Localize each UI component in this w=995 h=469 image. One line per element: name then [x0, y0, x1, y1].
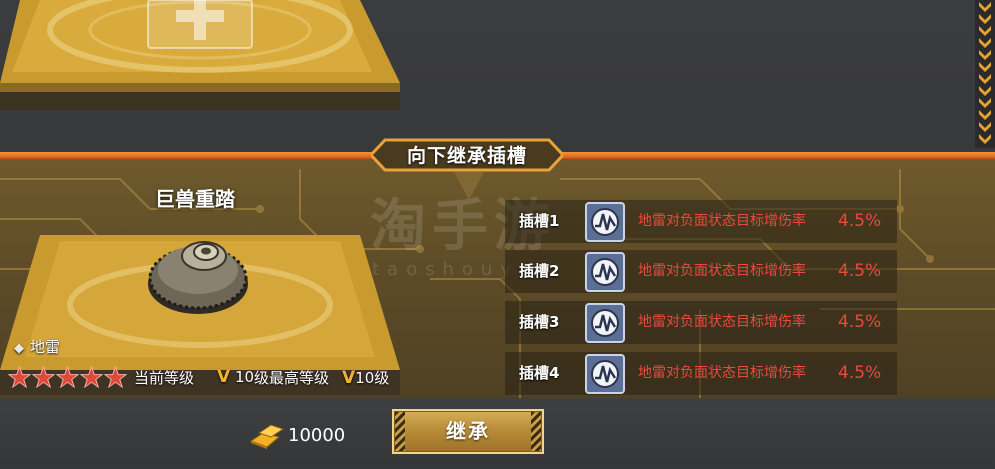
- chevron-scroll-indicator: [975, 0, 995, 148]
- diamond-icon: ◆: [14, 341, 24, 356]
- slot-label: 插槽1: [519, 212, 560, 230]
- slot-desc: 地雷对负面状态目标增伤率: [638, 365, 806, 381]
- title-pointer: [454, 172, 484, 200]
- inherit-button-label: 继承: [446, 419, 490, 443]
- star-icon: [104, 365, 127, 388]
- current-level: V 10: [217, 367, 255, 387]
- slot-label: 插槽3: [519, 313, 560, 331]
- star-icon: [56, 365, 79, 388]
- slot-value: 4.5%: [838, 261, 882, 281]
- inherit-button[interactable]: 继承: [392, 409, 544, 454]
- wave-slot-icon[interactable]: [585, 252, 625, 292]
- slot-desc: 地雷对负面状态目标增伤率: [638, 263, 806, 279]
- star-icon: [32, 365, 55, 388]
- page-title: 向下继承插槽: [406, 145, 527, 167]
- slot-value: 4.5%: [838, 312, 882, 332]
- slot-value: 4.5%: [838, 363, 882, 383]
- item-type-label: 地雷: [30, 338, 61, 356]
- star-icon: [80, 365, 103, 388]
- slot-desc: 地雷对负面状态目标增伤率: [638, 213, 806, 229]
- slot-row-3[interactable]: 插槽3 地雷对负面状态目标增伤率 4.5%: [505, 301, 897, 344]
- gold-bar-icon: [249, 424, 285, 449]
- cost-amount: 10000: [288, 425, 346, 446]
- chevron-down-icon: [979, 2, 991, 144]
- star-icon: [8, 365, 31, 388]
- max-level-label: 级最高等级: [254, 369, 330, 387]
- slot-row-2[interactable]: 插槽2 地雷对负面状态目标增伤率 4.5%: [505, 250, 897, 293]
- slot-desc: 地雷对负面状态目标增伤率: [638, 314, 806, 330]
- slot-label: 插槽2: [519, 262, 560, 280]
- wave-slot-icon[interactable]: [585, 354, 625, 394]
- plus-icon[interactable]: [168, 0, 232, 40]
- item-name: 巨兽重踏: [155, 187, 235, 211]
- slot-row-4[interactable]: 插槽4 地雷对负面状态目标增伤率 4.5%: [505, 352, 897, 395]
- slot-row-1[interactable]: 插槽1 地雷对负面状态目标增伤率 4.5%: [505, 200, 897, 243]
- slot-value: 4.5%: [838, 211, 882, 231]
- star-rating: [8, 364, 128, 390]
- slot-label: 插槽4: [519, 364, 560, 382]
- item-type: ◆ 地雷: [14, 336, 60, 357]
- wave-slot-icon[interactable]: [585, 303, 625, 343]
- max-level: V10级: [342, 368, 390, 388]
- landmine-icon[interactable]: [142, 222, 254, 322]
- wave-slot-icon[interactable]: [585, 202, 625, 242]
- current-level-label: 当前等级: [134, 369, 195, 387]
